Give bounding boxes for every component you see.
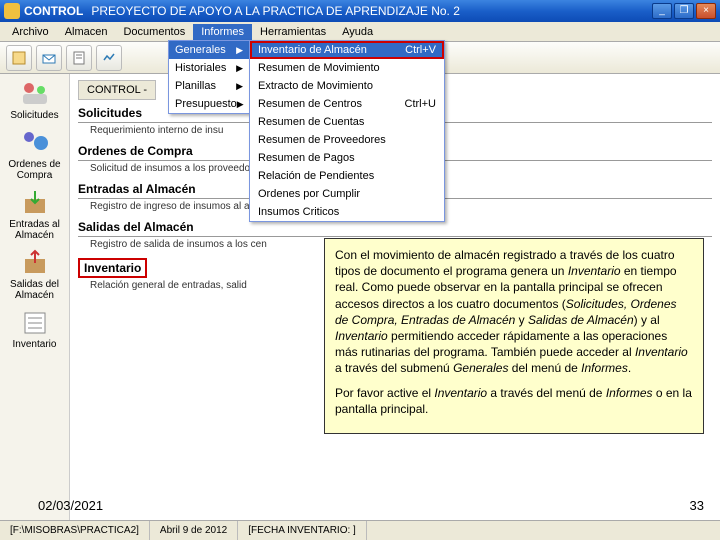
submenu-item-resumen-proveedores[interactable]: Resumen de Proveedores — [250, 131, 444, 149]
menu-ayuda[interactable]: Ayuda — [334, 24, 381, 40]
minimize-button[interactable]: _ — [652, 3, 672, 19]
submenu-item-presupuesto[interactable]: Presupuesto▶ — [169, 95, 249, 113]
inner-window-title: CONTROL - — [78, 80, 156, 100]
maximize-button[interactable]: ❐ — [674, 3, 694, 19]
menu-almacen[interactable]: Almacen — [57, 24, 116, 40]
sidebar-item-ordenes[interactable]: Ordenes de Compra — [2, 127, 67, 183]
toolbar-button-3[interactable] — [66, 45, 92, 71]
section-title: Salidas del Almacén — [78, 220, 712, 237]
chevron-right-icon: ▶ — [237, 99, 244, 110]
sidebar-label: Inventario — [13, 339, 57, 350]
submenu-item-inventario-almacen[interactable]: Inventario de AlmacénCtrl+V — [250, 41, 444, 59]
submenu-item-generales[interactable]: Generales▶ — [169, 41, 249, 59]
toolbar-button-4[interactable] — [96, 45, 122, 71]
sidebar-item-entradas[interactable]: Entradas al Almacén — [2, 187, 67, 243]
globe-icon — [19, 129, 51, 157]
sidebar-label: Salidas del Almacén — [10, 279, 59, 301]
status-date: Abril 9 de 2012 — [150, 521, 238, 540]
sidebar-label: Entradas al Almacén — [9, 219, 60, 241]
section-title: Inventario — [78, 258, 147, 278]
menu-informes[interactable]: Informes — [193, 24, 252, 40]
submenu-item-historiales[interactable]: Historiales▶ — [169, 59, 249, 77]
sidebar-label: Solicitudes — [10, 110, 58, 121]
submenu-item-resumen-cuentas[interactable]: Resumen de Cuentas — [250, 113, 444, 131]
sidebar: Solicitudes Ordenes de Compra Entradas a… — [0, 74, 70, 520]
project-title: PREOYECTO DE APOYO A LA PRACTICA DE APRE… — [91, 4, 652, 18]
callout-para-1: Con el movimiento de almacén registrado … — [335, 247, 693, 377]
submenu-item-resumen-centros[interactable]: Resumen de CentrosCtrl+U — [250, 95, 444, 113]
submenu-item-relacion-pendientes[interactable]: Relación de Pendientes — [250, 167, 444, 185]
close-button[interactable]: × — [696, 3, 716, 19]
submenu-generales: Inventario de AlmacénCtrl+V Resumen de M… — [249, 40, 445, 222]
slide-page-number: 33 — [690, 498, 704, 513]
slide-date: 02/03/2021 — [38, 498, 103, 513]
submenu-item-ordenes-cumplir[interactable]: Ordenes por Cumplir — [250, 185, 444, 203]
app-name: CONTROL — [24, 4, 83, 18]
list-icon — [19, 309, 51, 337]
menu-documentos[interactable]: Documentos — [115, 24, 193, 40]
submenu-item-resumen-pagos[interactable]: Resumen de Pagos — [250, 149, 444, 167]
submenu-item-insumos-criticos[interactable]: Insumos Criticos — [250, 203, 444, 221]
status-path: [F:\MISOBRAS\PRACTICA2] — [0, 521, 150, 540]
window-titlebar: CONTROL PREOYECTO DE APOYO A LA PRACTICA… — [0, 0, 720, 22]
toolbar-button-2[interactable] — [36, 45, 62, 71]
sidebar-item-solicitudes[interactable]: Solicitudes — [2, 78, 67, 123]
box-in-icon — [19, 189, 51, 217]
submenu-item-resumen-movimiento[interactable]: Resumen de Movimiento — [250, 59, 444, 77]
status-inventory-date: [FECHA INVENTARIO: ] — [238, 521, 367, 540]
submenu-informes: Generales▶ Historiales▶ Planillas▶ Presu… — [168, 40, 250, 114]
chevron-right-icon: ▶ — [236, 63, 243, 74]
menu-bar: Archivo Almacen Documentos Informes Herr… — [0, 22, 720, 42]
sidebar-item-salidas[interactable]: Salidas del Almacén — [2, 247, 67, 303]
callout-para-2: Por favor active el Inventario a través … — [335, 385, 693, 417]
toolbar-button-1[interactable] — [6, 45, 32, 71]
menu-archivo[interactable]: Archivo — [4, 24, 57, 40]
sidebar-item-inventario[interactable]: Inventario — [2, 307, 67, 352]
box-out-icon — [19, 249, 51, 277]
chevron-right-icon: ▶ — [236, 81, 243, 92]
chevron-right-icon: ▶ — [236, 45, 243, 56]
sidebar-label: Ordenes de Compra — [8, 159, 60, 181]
menu-herramientas[interactable]: Herramientas — [252, 24, 334, 40]
people-icon — [19, 80, 51, 108]
submenu-item-extracto-movimiento[interactable]: Extracto de Movimiento — [250, 77, 444, 95]
app-icon — [4, 3, 20, 19]
submenu-item-planillas[interactable]: Planillas▶ — [169, 77, 249, 95]
help-callout: Con el movimiento de almacén registrado … — [324, 238, 704, 434]
status-bar: [F:\MISOBRAS\PRACTICA2] Abril 9 de 2012 … — [0, 520, 720, 540]
